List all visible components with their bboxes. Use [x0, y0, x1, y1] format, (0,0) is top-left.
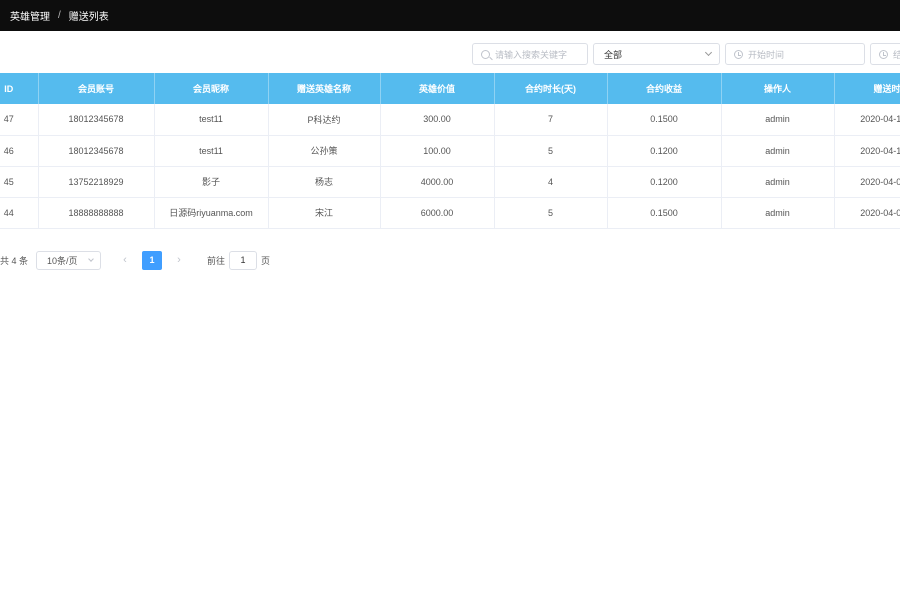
table-header-row: ID 会员账号 会员昵称 赠送英雄名称 英雄价值 合约时长(天) 合约收益 操作… — [0, 73, 900, 104]
cell-account: 18888888888 — [38, 197, 155, 229]
breadcrumb-parent[interactable]: 英雄管理 — [10, 8, 50, 23]
column-header-account[interactable]: 会员账号 — [38, 73, 155, 104]
prev-page-icon[interactable]: ‹ — [115, 254, 135, 266]
cell-hero-name: 杨志 — [268, 166, 381, 198]
clock-icon — [879, 49, 888, 59]
cell-hero-name: P科达约 — [268, 104, 381, 136]
cell-gift-time: 2020-04-08 1 — [834, 166, 900, 198]
column-header-hero-name[interactable]: 赠送英雄名称 — [268, 73, 381, 104]
start-date-placeholder: 开始时间 — [748, 49, 785, 60]
cell-operator: admin — [721, 166, 835, 198]
cell-hero-name: 公孙策 — [268, 135, 381, 167]
cell-hero-name: 宋江 — [268, 197, 381, 229]
clock-icon — [734, 49, 743, 59]
search-icon — [481, 49, 490, 59]
cell-gift-time: 2020-04-07 0 — [834, 197, 900, 229]
start-date-input[interactable]: 开始时间 — [725, 43, 865, 65]
page-unit-label: 页 — [261, 255, 271, 266]
cell-account: 18012345678 — [38, 104, 155, 136]
next-page-icon[interactable]: › — [169, 254, 189, 266]
cell-contract-days: 5 — [494, 135, 608, 167]
column-header-hero-value[interactable]: 英雄价值 — [380, 73, 495, 104]
cell-nickname: test11 — [154, 135, 269, 167]
page-number-current[interactable]: 1 — [142, 250, 163, 270]
breadcrumb-separator: / — [58, 10, 61, 21]
filter-bar: 请输入搜索关键字 全部 开始时间 结 — [0, 43, 900, 65]
cell-nickname: test11 — [154, 104, 269, 136]
cell-id: 47 — [0, 104, 39, 136]
cell-id: 45 — [0, 166, 39, 198]
cell-contract-income: 0.1200 — [607, 135, 722, 167]
cell-contract-days: 5 — [494, 197, 608, 229]
table-row[interactable]: 45 13752218929 影子 杨志 4000.00 4 0.1200 ad… — [0, 166, 900, 198]
cell-contract-income: 0.1500 — [607, 197, 722, 229]
chevron-down-icon — [88, 255, 94, 262]
cell-hero-value: 100.00 — [380, 135, 495, 167]
chevron-down-icon — [704, 48, 713, 57]
cell-gift-time: 2020-04-12 0 — [834, 104, 900, 136]
search-placeholder: 请输入搜索关键字 — [495, 49, 568, 60]
search-input[interactable]: 请输入搜索关键字 — [472, 43, 588, 65]
goto-page-input[interactable]: 1 — [229, 250, 258, 270]
column-header-gift-time[interactable]: 赠送时 — [834, 73, 900, 104]
gift-table: ID 会员账号 会员昵称 赠送英雄名称 英雄价值 合约时长(天) 合约收益 操作… — [0, 73, 900, 229]
total-count: 共 4 条 — [0, 255, 29, 266]
table-row[interactable]: 44 18888888888 日源码riyuanma.com 宋江 6000.0… — [0, 197, 900, 229]
type-select[interactable]: 全部 — [593, 43, 720, 65]
cell-id: 46 — [0, 135, 39, 167]
cell-nickname: 影子 — [154, 166, 269, 198]
cell-id: 44 — [0, 197, 39, 229]
cell-operator: admin — [721, 197, 835, 229]
page-size-select[interactable]: 10条/页 — [36, 250, 102, 270]
cell-contract-income: 0.1200 — [607, 166, 722, 198]
cell-operator: admin — [721, 104, 835, 136]
cell-gift-time: 2020-04-12 0 — [834, 135, 900, 167]
cell-hero-value: 300.00 — [380, 104, 495, 136]
cell-nickname: 日源码riyuanma.com — [154, 197, 269, 229]
column-header-contract-days[interactable]: 合约时长(天) — [494, 73, 608, 104]
type-select-value: 全部 — [604, 49, 623, 60]
pagination: 共 4 条 10条/页 ‹ 1 › 前往 1 页 — [0, 250, 270, 270]
column-header-id[interactable]: ID — [0, 73, 39, 104]
cell-operator: admin — [721, 135, 835, 167]
cell-hero-value: 4000.00 — [380, 166, 495, 198]
column-header-operator[interactable]: 操作人 — [721, 73, 835, 104]
page-size-value: 10条/页 — [47, 255, 78, 266]
breadcrumb-current: 赠送列表 — [68, 12, 109, 23]
top-bar: 英雄管理 / 赠送列表 — [0, 0, 900, 31]
cell-contract-days: 7 — [494, 104, 608, 136]
table-row[interactable]: 46 18012345678 test11 公孙策 100.00 5 0.120… — [0, 135, 900, 167]
cell-contract-income: 0.1500 — [607, 104, 722, 136]
table-row[interactable]: 47 18012345678 test11 P科达约 300.00 7 0.15… — [0, 104, 900, 136]
cell-hero-value: 6000.00 — [380, 197, 495, 229]
cell-account: 13752218929 — [38, 166, 155, 198]
end-date-placeholder: 结 — [893, 49, 900, 60]
cell-contract-days: 4 — [494, 166, 608, 198]
goto-label: 前往 — [207, 255, 226, 266]
cell-account: 18012345678 — [38, 135, 155, 167]
end-date-input[interactable]: 结 — [870, 43, 900, 65]
column-header-nickname[interactable]: 会员昵称 — [154, 73, 269, 104]
column-header-contract-income[interactable]: 合约收益 — [607, 73, 722, 104]
